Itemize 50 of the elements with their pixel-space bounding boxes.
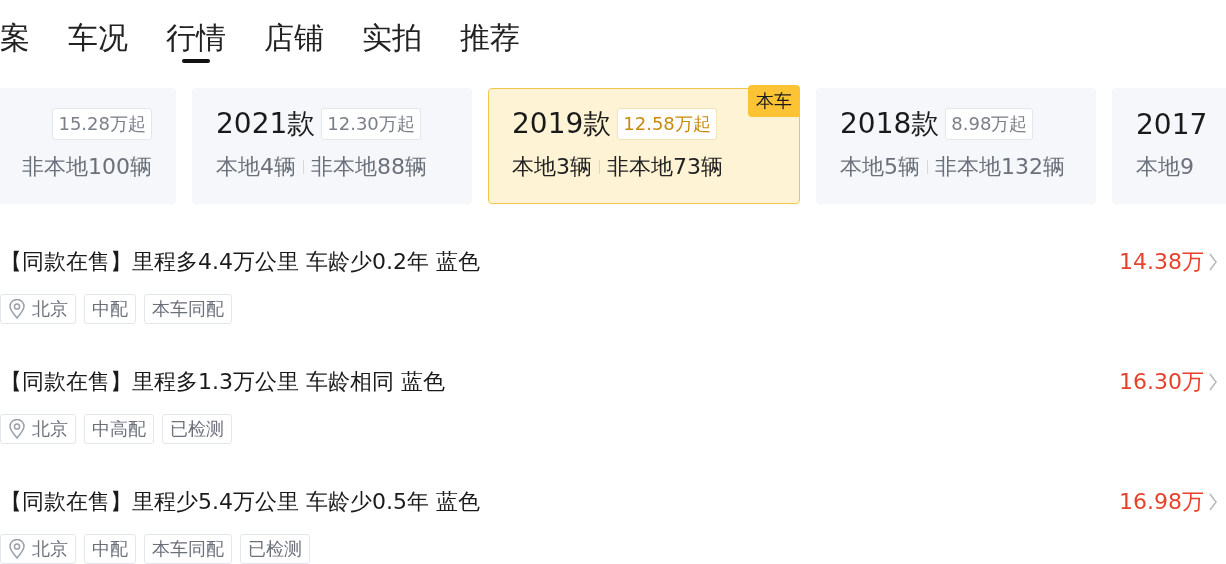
chevron-icon[interactable]: [1208, 252, 1218, 272]
nonlocal-count: 非本地88辆: [311, 153, 427, 181]
year-card[interactable]: 2018款 8.98万起 本地5辆 非本地132辆: [816, 88, 1096, 204]
price-tag: 15.28万起: [52, 108, 152, 140]
tab[interactable]: 案: [0, 19, 30, 63]
feature-tag: 中高配: [84, 414, 154, 444]
price-tag: 8.98万起: [945, 108, 1034, 140]
chevron-icon[interactable]: [1208, 492, 1218, 512]
feature-tag: 已检测: [240, 534, 310, 564]
local-count: 本地3辆: [512, 153, 592, 181]
year-label: 2021款: [216, 106, 316, 142]
chevron-icon[interactable]: [1208, 372, 1218, 392]
year-label: 2018款: [840, 106, 940, 142]
location-tag: 北京: [0, 414, 76, 444]
listing-title[interactable]: 【同款在售】里程多4.4万公里 车龄少0.2年 蓝色: [0, 247, 480, 277]
year-card[interactable]: 2019款 12.58万起 本地3辆 非本地73辆 本车: [488, 88, 800, 204]
local-count: 本地5辆: [840, 153, 920, 181]
nonlocal-count: 非本地73辆: [607, 153, 723, 181]
listing-title[interactable]: 【同款在售】里程多1.3万公里 车龄相同 蓝色: [0, 367, 445, 397]
tab[interactable]: 推荐: [460, 19, 520, 63]
feature-tag: 已检测: [162, 414, 232, 444]
location-tag: 北京: [0, 534, 76, 564]
tab[interactable]: 实拍: [362, 19, 422, 63]
year-card[interactable]: 2021款 12.30万起 本地4辆 非本地88辆: [192, 88, 472, 204]
local-count: 本地9: [1136, 153, 1194, 181]
price-tag: 12.30万起: [321, 108, 421, 140]
year-label: 2017: [1136, 107, 1208, 141]
year-card[interactable]: 2017 本地9: [1112, 88, 1226, 204]
listing-price: 14.38万: [1119, 248, 1204, 276]
feature-tag: 本车同配: [144, 534, 232, 564]
feature-tag: 中配: [84, 534, 136, 564]
feature-tag: 中配: [84, 294, 136, 324]
location-tag: 北京: [0, 294, 76, 324]
tab[interactable]: 车况: [68, 19, 128, 63]
location-pin-icon: [8, 539, 26, 559]
nonlocal-count: 非本地100辆: [22, 153, 152, 181]
year-card[interactable]: 15.28万起 非本地100辆: [0, 88, 176, 204]
listing-price: 16.30万: [1119, 368, 1204, 396]
local-count: 本地4辆: [216, 153, 296, 181]
location-pin-icon: [8, 299, 26, 319]
year-label: 2019款: [512, 106, 612, 142]
price-tag: 12.58万起: [617, 108, 717, 140]
listing-title[interactable]: 【同款在售】里程少5.4万公里 车龄少0.5年 蓝色: [0, 487, 480, 517]
nonlocal-count: 非本地132辆: [935, 153, 1065, 181]
location-pin-icon: [8, 419, 26, 439]
listing-price: 16.98万: [1119, 488, 1204, 516]
current-car-badge: 本车: [748, 85, 800, 117]
tab[interactable]: 行情: [166, 19, 226, 63]
tab[interactable]: 店铺: [264, 19, 324, 63]
feature-tag: 本车同配: [144, 294, 232, 324]
